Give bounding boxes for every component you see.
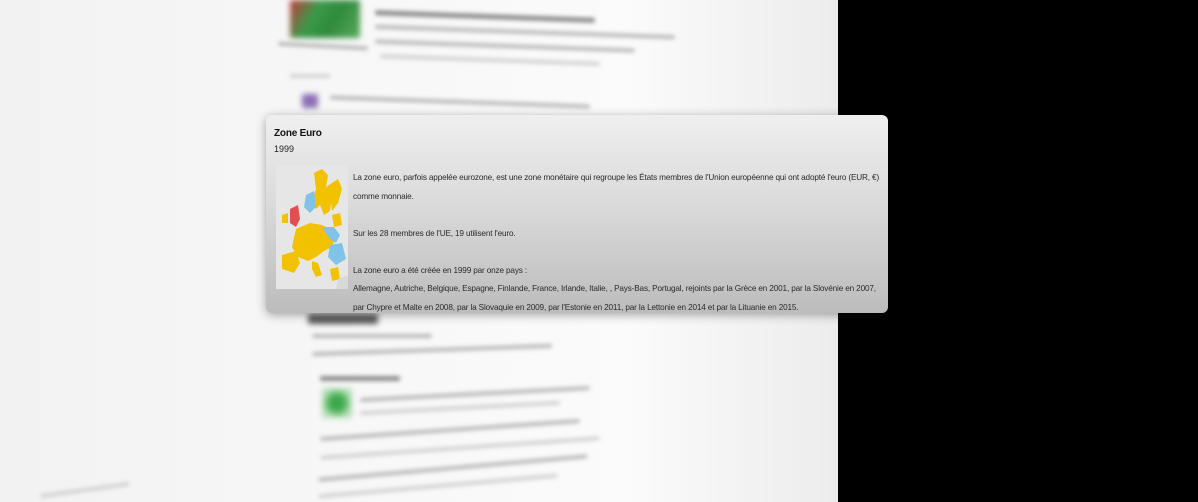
popup-description: La zone euro, parfois appelée eurozone, … bbox=[353, 169, 881, 313]
blurred-text-line bbox=[290, 74, 330, 78]
info-popup-card[interactable]: Zone Euro 1999 La zone euro, parfois app… bbox=[266, 115, 888, 313]
blurred-text-line bbox=[360, 400, 560, 416]
popup-year: 1999 bbox=[274, 144, 295, 154]
eurozone-map-image bbox=[276, 165, 348, 289]
blurred-heading-line bbox=[320, 376, 400, 381]
blurred-text-line bbox=[312, 334, 432, 338]
popup-paragraph: Allemagne, Autriche, Belgique, Espagne, … bbox=[353, 284, 876, 312]
blurred-text-line bbox=[40, 481, 130, 499]
blurred-text-line bbox=[277, 41, 369, 51]
popup-paragraph: La zone euro, parfois appelée eurozone, … bbox=[353, 173, 880, 201]
blurred-map-image bbox=[290, 0, 360, 38]
blurred-text-line bbox=[330, 95, 590, 109]
black-area bbox=[838, 0, 1198, 502]
blurred-thumbnail bbox=[302, 94, 318, 108]
blurred-green-icon bbox=[322, 388, 352, 418]
blurred-text-line bbox=[375, 24, 675, 40]
blurred-text-line bbox=[379, 54, 601, 66]
blurred-text-line bbox=[375, 39, 635, 53]
blurred-dark-strip bbox=[308, 314, 378, 324]
blurred-text-line bbox=[312, 343, 552, 357]
popup-paragraph: Sur les 28 membres de l'UE, 19 utilisent… bbox=[353, 228, 516, 238]
blurred-text-line bbox=[320, 418, 580, 442]
popup-paragraph: La zone euro a été créée en 1999 par onz… bbox=[353, 265, 527, 275]
blurred-text-line bbox=[360, 385, 590, 403]
blurred-heading-line bbox=[374, 10, 596, 23]
screen: Zone Euro 1999 La zone euro, parfois app… bbox=[0, 0, 1198, 502]
popup-title: Zone Euro bbox=[274, 128, 322, 139]
